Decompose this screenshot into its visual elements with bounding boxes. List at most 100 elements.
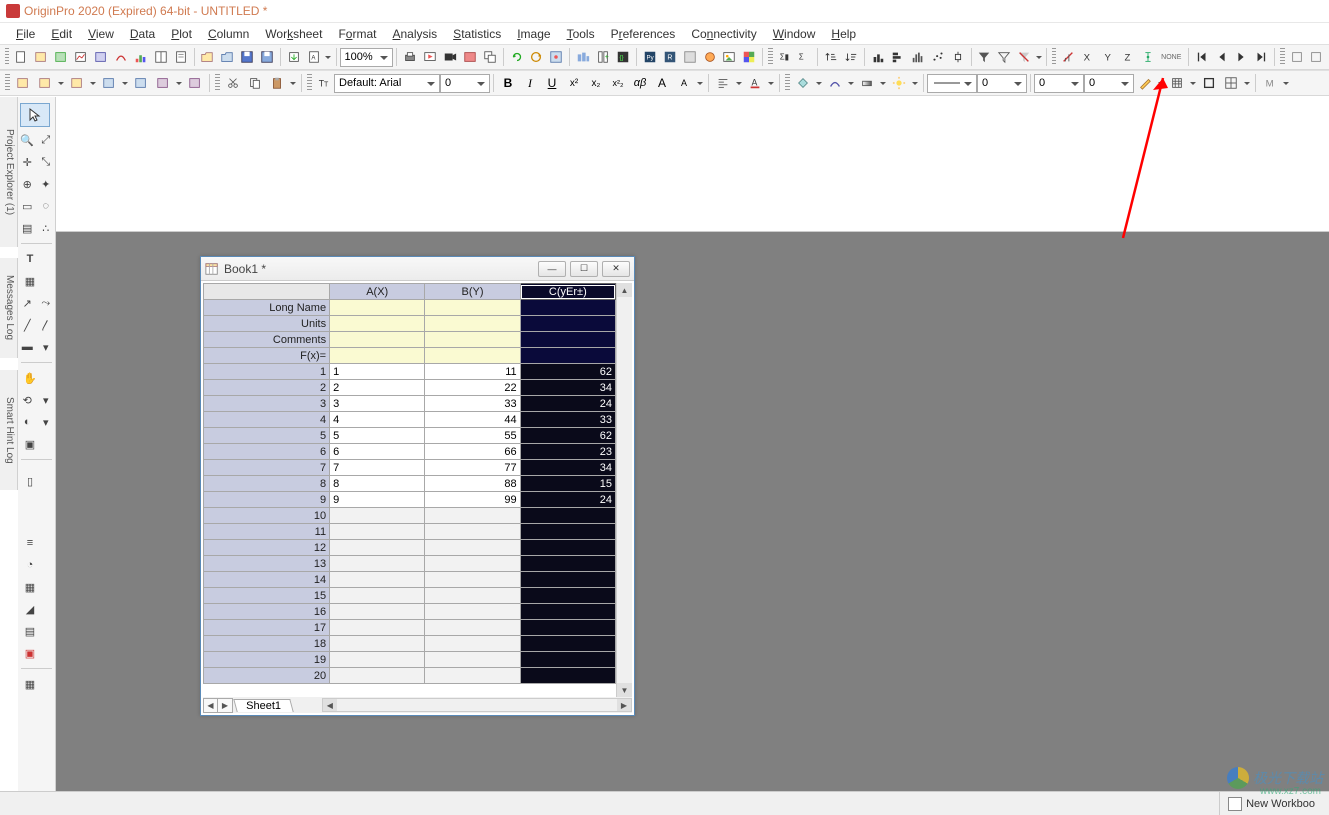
font-color-dd[interactable] (766, 79, 776, 88)
sort-desc-icon[interactable] (842, 47, 860, 67)
toolbar-grip[interactable] (215, 74, 220, 92)
sheet-nav-last-icon[interactable]: ▶ (218, 699, 232, 712)
row-header[interactable]: 2 (204, 380, 330, 396)
plot-scatter-icon[interactable] (929, 47, 947, 67)
move-first-icon[interactable] (1193, 47, 1211, 67)
menu-edit[interactable]: Edit (43, 25, 80, 43)
empty-cell-selected[interactable] (520, 524, 615, 540)
horizontal-scrollbar[interactable]: ◀ ▶ (322, 698, 632, 712)
meta-cell[interactable] (425, 300, 520, 316)
row-header[interactable]: 12 (204, 540, 330, 556)
data-cell[interactable]: 77 (425, 460, 520, 476)
batch-process-icon[interactable] (574, 47, 592, 67)
data-cell[interactable]: 44 (425, 412, 520, 428)
supersub-icon[interactable]: x²₂ (608, 73, 628, 93)
selection-tool-icon[interactable]: ▭ (20, 197, 35, 215)
empty-cell-selected[interactable] (520, 652, 615, 668)
align-left-icon[interactable] (713, 73, 733, 93)
menu-format[interactable]: Format (330, 25, 384, 43)
copy-icon[interactable] (245, 73, 265, 93)
new-wb3-icon[interactable] (67, 73, 87, 93)
meta-cell[interactable] (330, 332, 425, 348)
print-icon[interactable] (401, 47, 419, 67)
row-header[interactable]: 15 (204, 588, 330, 604)
save-template-icon[interactable] (258, 47, 276, 67)
new-project-icon[interactable] (12, 47, 30, 67)
data-cell-selected[interactable]: 24 (520, 396, 615, 412)
meta-cell[interactable] (330, 316, 425, 332)
r-console-icon[interactable]: R (661, 47, 679, 67)
menu-image[interactable]: Image (509, 25, 558, 43)
minimize-button[interactable]: — (538, 261, 566, 277)
wb-dropdown4[interactable] (174, 79, 184, 88)
empty-cell[interactable] (425, 604, 520, 620)
image-tool-icon[interactable] (720, 47, 738, 67)
gadget-icon[interactable] (701, 47, 719, 67)
annotation-tool-icon[interactable]: ▦ (20, 272, 40, 290)
row-header[interactable]: 10 (204, 508, 330, 524)
empty-cell[interactable] (330, 524, 425, 540)
empty-cell[interactable] (425, 588, 520, 604)
zoom-out-tool-icon[interactable]: ⤢ (39, 131, 54, 149)
menu-view[interactable]: View (80, 25, 122, 43)
3d-dd-icon[interactable]: ▾ (39, 413, 54, 431)
pointer-tool-icon[interactable] (20, 103, 50, 127)
python-console-icon[interactable]: Py (641, 47, 659, 67)
set-x-icon[interactable]: X (1079, 47, 1097, 67)
meta-cell-selected[interactable] (520, 332, 615, 348)
import-wizard-icon[interactable] (285, 47, 303, 67)
data-cell[interactable]: 7 (330, 460, 425, 476)
font-name-combo[interactable]: Default: Arial (334, 74, 440, 93)
data-cell[interactable]: 1 (330, 364, 425, 380)
surface-plot-icon[interactable]: ◢ (20, 600, 40, 618)
underline-icon[interactable]: U (542, 73, 562, 93)
column-header[interactable]: C(yEr±) (520, 284, 615, 300)
empty-cell[interactable] (425, 556, 520, 572)
extra-tool-1-icon[interactable] (1288, 47, 1306, 67)
sheet-tab[interactable]: Sheet1 (233, 699, 293, 712)
grid-icon[interactable] (1221, 73, 1241, 93)
data-cell[interactable]: 4 (330, 412, 425, 428)
data-cell[interactable]: 11 (425, 364, 520, 380)
new-wb7-icon[interactable] (185, 73, 205, 93)
empty-cell[interactable] (425, 524, 520, 540)
pen-dd[interactable] (1156, 79, 1166, 88)
data-cursor-icon[interactable]: ✦ (39, 175, 54, 193)
new-workbook-icon[interactable] (32, 47, 50, 67)
font-color-icon[interactable]: A (745, 73, 765, 93)
screen-reader-icon[interactable]: ⊕ (20, 175, 35, 193)
greek-alpha-icon[interactable]: αβ (630, 73, 650, 93)
v-toolbar-icon[interactable]: ▯ (20, 466, 40, 496)
contour-plot-icon[interactable]: ▦ (20, 578, 40, 596)
insert-graph-icon[interactable]: ▣ (20, 435, 40, 453)
plot-column-icon[interactable] (889, 47, 907, 67)
row-header[interactable]: 4 (204, 412, 330, 428)
set-none-icon[interactable]: NONE (1159, 47, 1184, 67)
meta-cell[interactable] (330, 348, 425, 364)
wb-dropdown2[interactable] (88, 79, 98, 88)
empty-cell-selected[interactable] (520, 620, 615, 636)
toolbar-grip[interactable] (1052, 48, 1056, 66)
paste-dropdown[interactable] (288, 79, 298, 88)
reader-tool-icon[interactable]: ✛ (20, 153, 35, 171)
data-cell-selected[interactable]: 62 (520, 364, 615, 380)
fill-color-icon[interactable] (793, 73, 813, 93)
column-header[interactable]: A(X) (330, 284, 425, 300)
row-header[interactable]: 9 (204, 492, 330, 508)
italic-icon[interactable]: I (520, 73, 540, 93)
row-header[interactable]: 1 (204, 364, 330, 380)
filter-icon[interactable] (975, 47, 993, 67)
toolbar-grip[interactable] (5, 74, 10, 92)
data-cell-selected[interactable]: 33 (520, 412, 615, 428)
line-tool-icon[interactable]: ╱ (20, 316, 35, 334)
row-header[interactable]: 18 (204, 636, 330, 652)
arrow-tool-icon[interactable]: ↗ (20, 294, 35, 312)
set-yerr-icon[interactable] (1139, 47, 1157, 67)
open-template-icon[interactable] (218, 47, 236, 67)
empty-cell-selected[interactable] (520, 540, 615, 556)
empty-cell[interactable] (425, 572, 520, 588)
data-cell-selected[interactable]: 62 (520, 428, 615, 444)
toolbar-grip[interactable] (307, 74, 312, 92)
draw-data-icon[interactable]: ∴ (39, 219, 54, 237)
rect-dd-icon[interactable]: ▾ (39, 338, 54, 356)
